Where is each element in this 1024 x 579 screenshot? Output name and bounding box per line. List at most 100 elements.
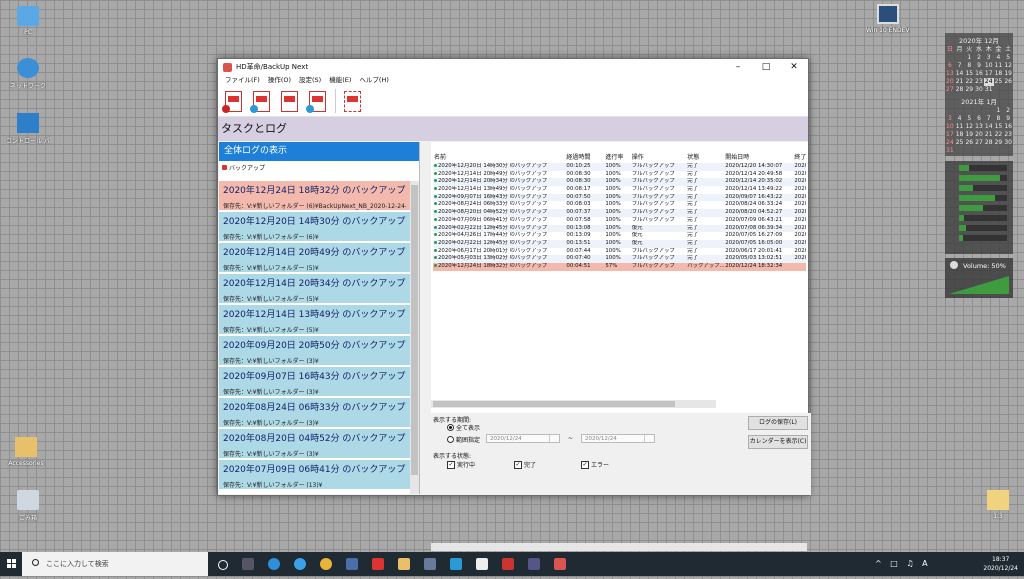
menu-bar: ファイル(F) 操作(O) 設定(S) 機能(E) ヘルプ(H) <box>218 75 808 85</box>
table-row[interactable]: 2020年09月07日 16時43分 のバックアップ 00:07:50 100% フル… <box>433 193 806 202</box>
app-icon-1[interactable] <box>346 558 358 570</box>
menu-features[interactable]: 機能(E) <box>325 75 355 85</box>
app-icon-5[interactable] <box>476 558 488 570</box>
backup-task-item[interactable]: 2020年07月09日 06時41分 のバックアップ 保存先：V:¥新しいフォルダ… <box>219 460 410 491</box>
show-calendar-button[interactable]: カレンダーを表示(C) <box>748 435 808 449</box>
table-row[interactable]: 2020年12月20日 14時30分 のバックアップ 00:10:25 100% フル… <box>433 163 806 171</box>
column-header[interactable]: 終了 <box>793 153 806 163</box>
checkbox-done[interactable]: ✓ 完了 <box>514 460 536 469</box>
desktop-icon-accessories[interactable]: Accessories <box>4 437 48 467</box>
clock[interactable]: 18:37 2020/12/24 <box>983 552 1018 579</box>
backup-task-item[interactable]: 2020年12月14日 20時34分 のバックアップ 保存先：V:¥新しいフォルダ… <box>219 274 410 305</box>
backup-task-item[interactable]: 2020年12月20日 14時30分 のバックアップ 保存先：V:¥新しいフォルダ… <box>219 212 410 243</box>
table-cell: 2020 <box>794 239 806 246</box>
bottom-scrollbar[interactable] <box>431 543 807 551</box>
left-scrollbar[interactable] <box>410 181 419 494</box>
task-title: 2020年08月24日 06時33分 のバックアップ <box>223 403 406 413</box>
desktop-icon-win10[interactable]: Win 10 ENDEVOR64 <box>866 4 910 34</box>
status-dot-icon <box>434 225 437 229</box>
column-header[interactable]: 状態 <box>686 153 724 163</box>
table-row[interactable]: 2020年02月22日 12時45分 のバックアップ 00:13:08 100% 復元… <box>433 224 806 233</box>
calendar-day: 24 <box>946 139 954 146</box>
desktop-icon-pc[interactable]: PC <box>6 6 50 36</box>
calendar-day: 11 <box>994 62 1003 69</box>
table-horizontal-scrollbar[interactable] <box>431 400 716 408</box>
table-row[interactable]: 2020年12月14日 20時34分 のバックアップ 00:08:30 100% フル… <box>433 178 806 187</box>
date-to-field[interactable]: 2020/12/24 <box>581 434 655 443</box>
save-log-button[interactable]: ログの保存(L) <box>748 416 808 430</box>
app-icon-7[interactable] <box>528 558 540 570</box>
taskbar-search[interactable]: ここに入力して検索 <box>22 552 208 576</box>
calendar-day: 4 <box>996 54 1001 61</box>
table-cell-text: 2020年12月14日 20時34分 のバックアップ <box>438 178 548 185</box>
backup-button[interactable] <box>221 88 245 114</box>
app-icon-6[interactable] <box>502 558 514 570</box>
table-row[interactable]: 2020年02月22日 12時45分 のバックアップ 00:13:51 100% 復元… <box>433 239 806 248</box>
backup-incremental-button[interactable] <box>249 88 273 114</box>
table-row[interactable]: 2020年12月14日 13時49分 のバックアップ 00:08:17 100% フル… <box>433 186 806 194</box>
task-view-icon[interactable] <box>242 558 254 570</box>
checkbox-error[interactable]: ✓ エラー <box>581 460 609 469</box>
table-cell: 00:10:25 <box>566 163 591 169</box>
app-icon-2[interactable] <box>372 558 384 570</box>
volume-widget[interactable]: Volume: 50% <box>945 258 1013 298</box>
backup-task-item[interactable]: 2020年09月07日 16時43分 のバックアップ 保存先：V:¥新しいフォルダ… <box>219 367 410 398</box>
backup-task-item[interactable]: 2020年09月20日 20時50分 のバックアップ 保存先：V:¥新しいフォルダ… <box>219 336 410 367</box>
app-icon-3[interactable] <box>424 558 436 570</box>
restore-button[interactable] <box>277 88 301 114</box>
file-explorer-icon[interactable] <box>398 558 410 570</box>
backup-task-item[interactable]: 2020年12月14日 20時49分 のバックアップ 保存先：V:¥新しいフォルダ… <box>219 243 410 274</box>
close-button[interactable]: ✕ <box>780 59 808 75</box>
column-header[interactable]: 経過時間 <box>565 153 604 163</box>
table-cell: 2020年12月24日 18時32分 のバックアップ <box>433 263 565 271</box>
cortana-icon[interactable] <box>218 560 228 570</box>
calendar-day: 29 <box>965 86 974 93</box>
menu-settings[interactable]: 設定(S) <box>295 75 325 85</box>
table-row[interactable]: 2020年08月24日 06時33分 のバックアップ 00:08:03 100% フル… <box>433 201 806 209</box>
column-header[interactable]: 開始日時 <box>724 153 793 163</box>
calendar-day: 20 <box>946 78 954 85</box>
system-tray[interactable]: ^ □ ♫ A <box>875 559 931 568</box>
column-header[interactable]: 操作 <box>631 153 687 163</box>
backup-task-item[interactable]: 2020年08月24日 06時33分 のバックアップ 保存先：V:¥新しいフォルダ… <box>219 398 410 429</box>
table-row[interactable]: 2020年12月24日 18時32分 のバックアップ 00:04:51 57% フルバ… <box>433 262 806 271</box>
chrome-icon[interactable] <box>320 558 332 570</box>
menu-help[interactable]: ヘルプ(H) <box>355 75 392 85</box>
desktop-icon-recycle-bin[interactable]: ごみ箱 <box>6 490 50 522</box>
table-cell: 2020/09/07 16:43:22 <box>725 193 783 200</box>
backup-task-item[interactable]: 2020年08月20日 04時52分 のバックアップ 保存先：V:¥新しいフォルダ… <box>219 429 410 460</box>
restore-file-button[interactable] <box>305 88 329 114</box>
desktop-icon-folder[interactable]: 1.3 <box>976 490 1020 520</box>
table-row[interactable]: 2020年07月09日 06時41分 のバックアップ 00:07:58 100% フル… <box>433 217 806 225</box>
radio-range[interactable]: 範囲指定 <box>447 435 480 444</box>
desktop-icon-label: コントロール パネル <box>6 138 50 145</box>
column-header[interactable]: 名前 <box>433 153 565 163</box>
desktop-icon-network[interactable]: ネットワーク <box>6 58 50 90</box>
edge-icon[interactable] <box>268 558 280 570</box>
maximize-button[interactable]: □ <box>752 59 780 75</box>
start-button[interactable] <box>0 552 22 576</box>
app-icon-4[interactable] <box>450 558 462 570</box>
desktop-icon-control-panel[interactable]: コントロール パネル <box>6 113 50 145</box>
table-row[interactable]: 2020年06月17日 20時01分 のバックアップ 00:07:44 100% フル… <box>433 248 806 256</box>
minimize-button[interactable]: – <box>724 59 752 75</box>
backup-task-item[interactable]: 2020年12月14日 13時49分 のバックアップ 保存先：V:¥新しいフォルダ… <box>219 305 410 336</box>
backup-task-item[interactable]: 2020年12月24日 18時32分 のバックアップ 保存先：V:¥新しいフォルダ… <box>219 181 410 212</box>
table-cell: 2020年08月24日 06時33分 のバックアップ <box>433 201 565 209</box>
checkbox-running[interactable]: ✓ 実行中 <box>447 460 475 469</box>
table-cell: 2020 <box>794 216 806 223</box>
rescue-media-button[interactable] <box>340 88 364 114</box>
table-row[interactable]: 2020年08月20日 04時52分 のバックアップ 00:07:37 100% フル… <box>433 209 806 217</box>
all-log-button[interactable]: 全体ログの表示 <box>219 142 419 161</box>
ie-icon[interactable] <box>294 558 306 570</box>
hd-backup-taskbar-icon[interactable] <box>554 558 566 570</box>
table-row[interactable]: 2020年05月03日 13時02分 のバックアップ 00:07:40 100% フル… <box>433 255 806 263</box>
menu-operation[interactable]: 操作(O) <box>264 75 295 85</box>
calendar-day: 9 <box>1006 115 1011 122</box>
table-row[interactable]: 2020年04月26日 17時44分 のバックアップ 00:13:09 100% 復元… <box>433 232 806 240</box>
column-header[interactable]: 進行率 <box>604 153 630 163</box>
table-row[interactable]: 2020年12月14日 20時49分 のバックアップ 00:08:30 100% フル… <box>433 171 806 179</box>
radio-show-all[interactable]: 全て表示 <box>447 423 480 432</box>
date-from-field[interactable]: 2020/12/24 <box>486 434 560 443</box>
menu-file[interactable]: ファイル(F) <box>221 75 264 85</box>
